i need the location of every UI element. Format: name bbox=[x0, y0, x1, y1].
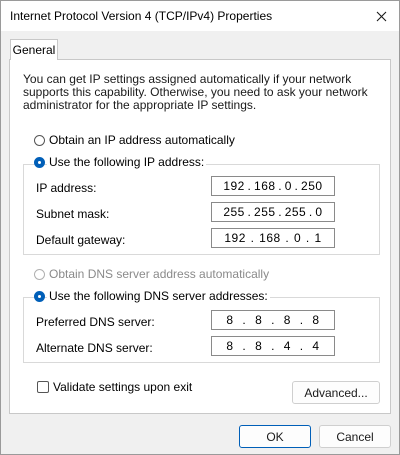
dns-manual-radio[interactable] bbox=[34, 291, 45, 302]
default-gateway-field[interactable]: 192. 168. 0. 1 bbox=[211, 228, 335, 248]
ip-manual-radio[interactable] bbox=[34, 157, 45, 168]
close-button[interactable] bbox=[363, 1, 399, 31]
dot: . bbox=[299, 339, 304, 353]
cancel-button[interactable]: Cancel bbox=[319, 425, 391, 448]
dns-auto-label[interactable]: Obtain DNS server address automatically bbox=[47, 267, 272, 281]
octet: 8 bbox=[312, 313, 320, 327]
dot: . bbox=[247, 205, 252, 219]
octet: 8 bbox=[226, 339, 234, 353]
tab-general[interactable]: General bbox=[10, 39, 58, 60]
alternate-dns-field[interactable]: 8. 8. 4. 4 bbox=[211, 336, 335, 356]
octet: 0 bbox=[284, 179, 292, 193]
dot: . bbox=[242, 339, 247, 353]
ip-auto-label[interactable]: Obtain an IP address automatically bbox=[47, 133, 237, 147]
validate-checkbox[interactable] bbox=[37, 381, 49, 393]
preferred-dns-label: Preferred DNS server: bbox=[36, 315, 155, 329]
dot: . bbox=[271, 339, 275, 353]
octet: 1 bbox=[314, 231, 322, 245]
octet: 192 bbox=[224, 231, 246, 245]
octet: 255 bbox=[223, 205, 245, 219]
octet: 8 bbox=[255, 313, 263, 327]
octet: 8 bbox=[255, 339, 263, 353]
dialog-window: Internet Protocol Version 4 (TCP/IPv4) P… bbox=[0, 0, 400, 455]
dot: . bbox=[271, 313, 275, 327]
title-bar[interactable]: Internet Protocol Version 4 (TCP/IPv4) P… bbox=[1, 1, 399, 31]
octet: 168 bbox=[259, 231, 281, 245]
alternate-dns-label: Alternate DNS server: bbox=[36, 341, 153, 355]
dot: . bbox=[294, 179, 299, 193]
preferred-dns-field[interactable]: 8. 8. 8. 8 bbox=[211, 310, 335, 330]
ip-auto-radio[interactable] bbox=[34, 135, 45, 146]
general-panel: You can get IP settings assigned automat… bbox=[9, 59, 391, 414]
dot: . bbox=[278, 205, 283, 219]
dot: . bbox=[250, 231, 255, 245]
octet: 255 bbox=[284, 205, 307, 219]
octet: 250 bbox=[301, 179, 323, 193]
subnet-mask-field[interactable]: 255. 255. 255. 0 bbox=[211, 202, 335, 222]
subnet-mask-label: Subnet mask: bbox=[36, 207, 110, 221]
dot: . bbox=[299, 313, 304, 327]
validate-label[interactable]: Validate settings upon exit bbox=[53, 380, 192, 394]
dot: . bbox=[278, 179, 283, 193]
dns-manual-label[interactable]: Use the following DNS server addresses: bbox=[47, 289, 270, 303]
octet: 8 bbox=[226, 313, 234, 327]
octet: 0 bbox=[293, 231, 302, 245]
ip-address-field[interactable]: 192. 168. 0. 250 bbox=[211, 176, 335, 196]
description-text: You can get IP settings assigned automat… bbox=[23, 72, 368, 112]
dot: . bbox=[305, 231, 310, 245]
dns-auto-radio[interactable] bbox=[34, 269, 45, 280]
dot: . bbox=[242, 313, 247, 327]
dot: . bbox=[247, 179, 252, 193]
advanced-button[interactable]: Advanced... bbox=[292, 381, 380, 404]
octet: 255 bbox=[254, 205, 276, 219]
ip-address-label: IP address: bbox=[36, 181, 97, 195]
dot: . bbox=[308, 205, 313, 219]
default-gateway-label: Default gateway: bbox=[36, 233, 126, 247]
octet: 8 bbox=[283, 313, 291, 327]
dot: . bbox=[285, 231, 290, 245]
window-title: Internet Protocol Version 4 (TCP/IPv4) P… bbox=[10, 9, 273, 23]
close-icon bbox=[376, 11, 386, 21]
ip-manual-label[interactable]: Use the following IP address: bbox=[47, 155, 207, 169]
octet: 4 bbox=[312, 339, 320, 353]
octet: 0 bbox=[315, 205, 323, 219]
octet: 168 bbox=[254, 179, 276, 193]
ok-button[interactable]: OK bbox=[239, 425, 311, 448]
octet: 4 bbox=[283, 339, 291, 353]
octet: 192 bbox=[223, 179, 245, 193]
